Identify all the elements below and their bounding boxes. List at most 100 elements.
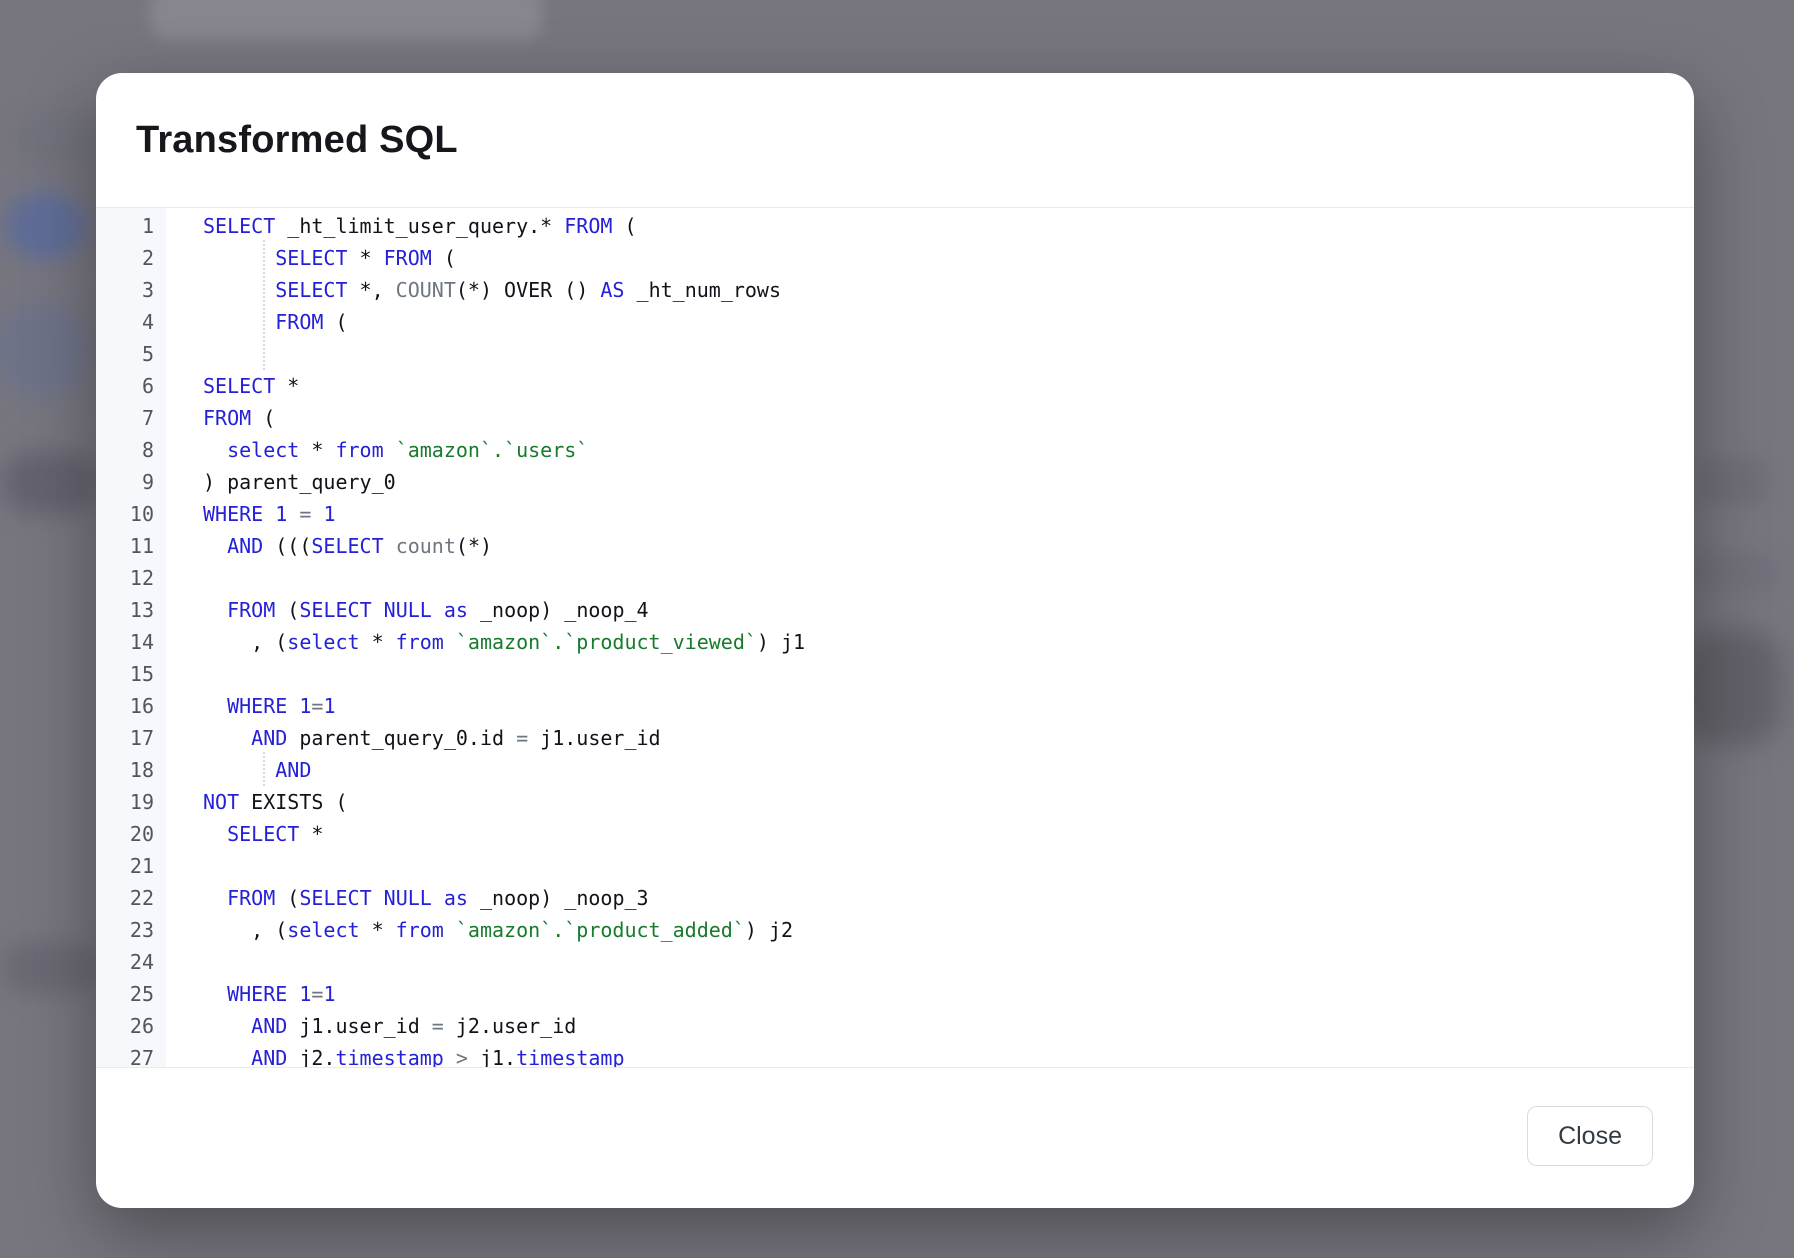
line-number: 12 [96, 562, 154, 594]
code-line: 2 SELECT * FROM ( [96, 242, 1694, 274]
code-token: _noop) _noop_3 [468, 886, 649, 910]
code-token [203, 1014, 251, 1038]
code-line: 5 [96, 338, 1694, 370]
indent-guide [263, 272, 265, 306]
code-token: = [299, 502, 311, 526]
code-token: `amazon`.`users` [396, 438, 589, 462]
line-number: 19 [96, 786, 154, 818]
code-token: FROM [564, 214, 612, 238]
code-text: WHERE 1=1 [203, 690, 336, 722]
code-token: ( [251, 406, 275, 430]
code-line: 6SELECT * [96, 370, 1694, 402]
code-line: 13 FROM (SELECT NULL as _noop) _noop_4 [96, 594, 1694, 626]
code-token: as [444, 886, 468, 910]
code-token [203, 886, 227, 910]
code-token [287, 982, 299, 1006]
code-token: SELECT [203, 214, 275, 238]
line-number: 4 [96, 306, 154, 338]
backdrop-blur-shape [4, 192, 86, 260]
line-number: 22 [96, 882, 154, 914]
code-token: COUNT [396, 278, 456, 302]
code-token: 1 [299, 982, 311, 1006]
line-number: 9 [96, 466, 154, 498]
backdrop-blur-shape [1682, 628, 1782, 746]
code-token [203, 438, 227, 462]
code-token: AND [275, 758, 311, 782]
code-token: 1 [275, 502, 287, 526]
code-text: SELECT *, COUNT(*) OVER () AS _ht_num_ro… [203, 274, 781, 306]
code-token: _ht_num_rows [624, 278, 781, 302]
code-token: FROM [203, 406, 251, 430]
code-token: `amazon`.`product_added` [456, 918, 745, 942]
code-text: AND [203, 754, 311, 786]
code-token: as [444, 598, 468, 622]
indent-guide [263, 336, 265, 370]
code-token [372, 598, 384, 622]
code-token [263, 502, 275, 526]
code-text: FROM ( [203, 306, 348, 338]
code-token: FROM [384, 246, 432, 270]
close-button[interactable]: Close [1527, 1106, 1653, 1166]
code-token [203, 534, 227, 558]
code-token: SELECT [275, 246, 347, 270]
code-token: select [287, 918, 359, 942]
code-token: ( [612, 214, 636, 238]
code-line: 7 FROM ( [96, 402, 1694, 434]
code-token: = [432, 1014, 444, 1038]
code-token: * [299, 822, 323, 846]
backdrop-blur-shape [2, 452, 98, 514]
code-token: WHERE [227, 982, 287, 1006]
backdrop-blur-shape [2, 942, 100, 994]
sql-code-viewer[interactable]: 1SELECT _ht_limit_user_query.* FROM (2 S… [96, 207, 1694, 1068]
code-token [444, 1046, 456, 1068]
line-number: 7 [96, 402, 154, 434]
code-token: ( [275, 886, 299, 910]
line-number: 25 [96, 978, 154, 1010]
line-number: 15 [96, 658, 154, 690]
code-token: FROM [227, 886, 275, 910]
code-token: = [516, 726, 528, 750]
code-token: `amazon`.`product_viewed` [456, 630, 757, 654]
code-token: * [275, 374, 299, 398]
code-line: 14 , (select * from `amazon`.`product_vi… [96, 626, 1694, 658]
code-line: 4 FROM ( [96, 306, 1694, 338]
line-number: 18 [96, 754, 154, 786]
line-number: 26 [96, 1010, 154, 1042]
code-line: 23 , (select * from `amazon`.`product_ad… [96, 914, 1694, 946]
code-token: parent_query_0.id [287, 726, 516, 750]
code-token: 1 [323, 694, 335, 718]
code-token: 1 [299, 694, 311, 718]
line-number: 13 [96, 594, 154, 626]
code-token: select [287, 630, 359, 654]
code-token: ( [432, 246, 456, 270]
indent-guide [263, 752, 265, 786]
code-token: = [311, 694, 323, 718]
code-text: SELECT _ht_limit_user_query.* FROM ( [203, 210, 637, 242]
code-token: FROM [227, 598, 275, 622]
code-token: SELECT [311, 534, 383, 558]
code-token: j1. [468, 1046, 516, 1068]
code-token [203, 598, 227, 622]
backdrop-blur-shape [1698, 458, 1768, 506]
code-text: SELECT * FROM ( [203, 242, 456, 274]
code-token: NULL [384, 598, 432, 622]
code-token: ) j1 [757, 630, 805, 654]
code-token: SELECT [227, 822, 299, 846]
code-token: SELECT [299, 886, 371, 910]
code-token: * [299, 438, 335, 462]
code-token: j2. [287, 1046, 335, 1068]
code-token: * [348, 246, 384, 270]
code-line: 25 WHERE 1=1 [96, 978, 1694, 1010]
modal-overlay[interactable]: { "modal": { "title": "Transformed SQL",… [0, 0, 1794, 1258]
code-token [432, 598, 444, 622]
code-token [203, 822, 227, 846]
code-token: AND [251, 726, 287, 750]
line-number: 2 [96, 242, 154, 274]
code-text: AND (((SELECT count(*) [203, 530, 492, 562]
code-token [203, 726, 251, 750]
line-number: 8 [96, 434, 154, 466]
line-number: 3 [96, 274, 154, 306]
code-token: SELECT [203, 374, 275, 398]
line-number: 23 [96, 914, 154, 946]
code-token [444, 630, 456, 654]
